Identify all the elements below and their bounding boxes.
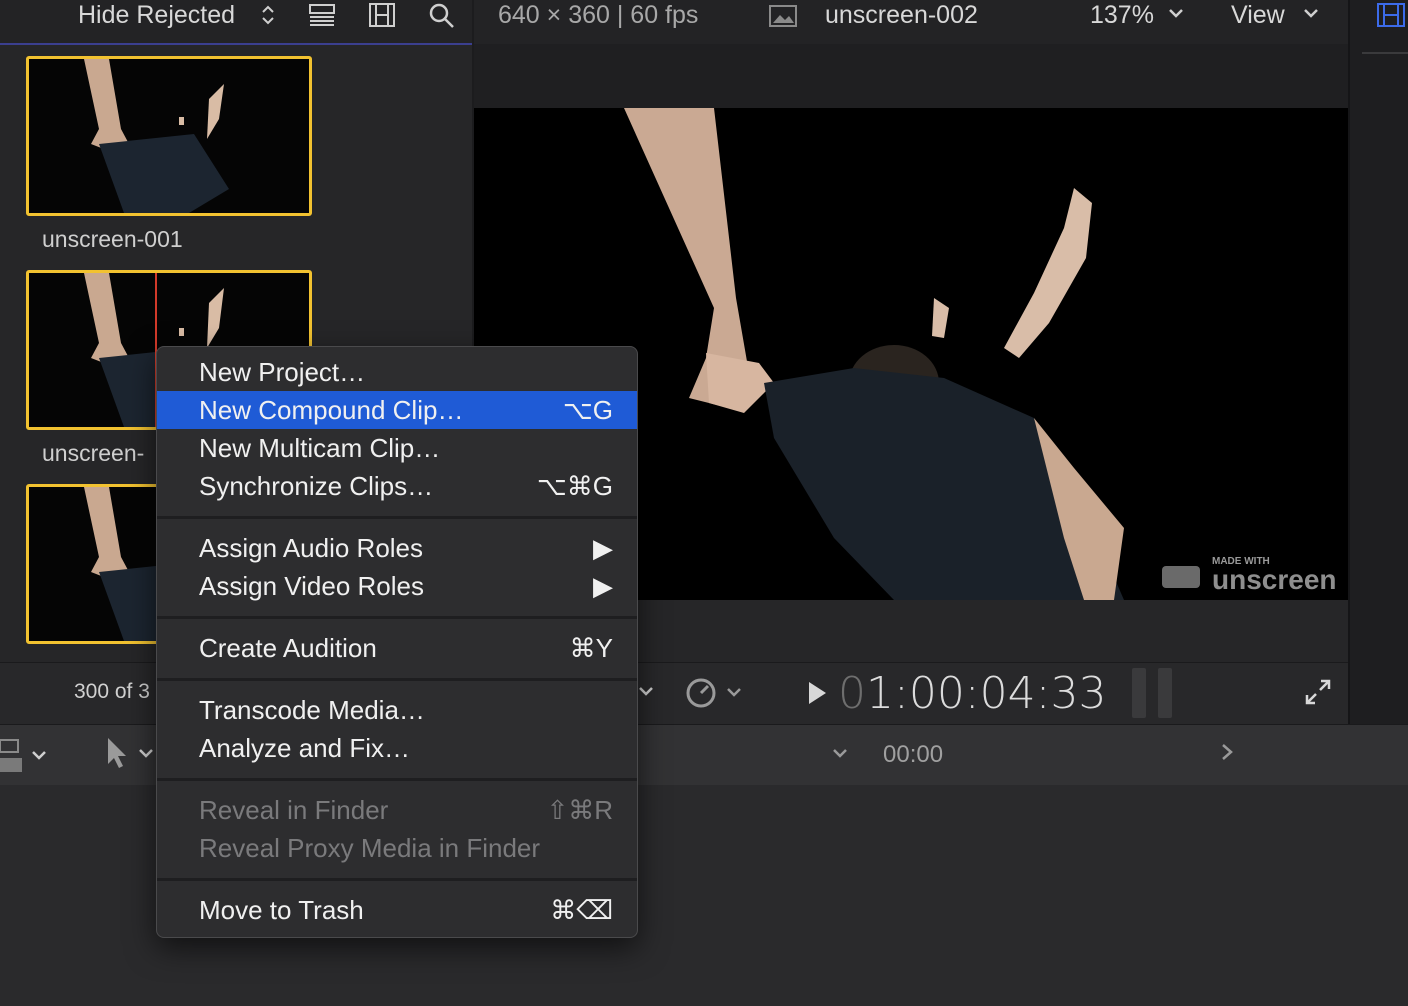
submenu-arrow-icon: ▶: [593, 571, 613, 601]
audio-meter-right: [1158, 668, 1172, 718]
timecode-prefix: 0: [838, 668, 866, 719]
watermark-big: unscreen: [1212, 564, 1337, 595]
menu-item-create-audition[interactable]: Create Audition ⌘Y: [157, 629, 637, 667]
menu-item-label: Reveal Proxy Media in Finder: [199, 833, 541, 863]
search-icon[interactable]: [428, 2, 456, 35]
context-menu: New Project… New Compound Clip… ⌥G New Mu…: [156, 346, 638, 938]
menu-item-shortcut: ⇧⌘R: [546, 795, 613, 825]
clip-appearance-icon[interactable]: [0, 738, 52, 779]
clip-label: unscreen-: [42, 440, 145, 466]
menu-item-label: Analyze and Fix…: [199, 733, 410, 763]
menu-item-label: Transcode Media…: [199, 695, 425, 725]
menu-item-analyze-and-fix[interactable]: Analyze and Fix…: [157, 729, 637, 767]
menu-item-shortcut: ⌥G: [562, 395, 613, 425]
menu-item-label: Assign Video Roles: [199, 571, 424, 601]
menu-item-label: Assign Audio Roles: [199, 533, 424, 563]
viewer-header: [474, 44, 1348, 108]
chevron-down-icon[interactable]: [1168, 6, 1184, 24]
chevron-updown-icon[interactable]: [260, 2, 276, 33]
filmstrip-icon[interactable]: [368, 2, 396, 33]
menu-item-label: New Multicam Clip…: [199, 433, 441, 463]
chevron-right-icon[interactable]: [1220, 742, 1234, 767]
audio-meter-left: [1132, 668, 1146, 718]
play-icon[interactable]: [806, 680, 828, 711]
trash-delete-icon: ⌘⌫: [550, 895, 613, 925]
zoom-value: 137%: [1090, 1, 1154, 29]
viewer-clip-name: unscreen-002: [825, 1, 978, 29]
timecode-display: 01:00:04:33: [838, 668, 1106, 719]
menu-separator: [157, 778, 637, 781]
menu-item-label: Move to Trash: [199, 895, 364, 925]
list-view-icon[interactable]: [308, 2, 336, 33]
chevron-down-icon[interactable]: [1303, 6, 1319, 24]
strip-divider: [1362, 52, 1408, 54]
zoom-menu[interactable]: 137%: [1090, 0, 1154, 30]
speed-icon[interactable]: [684, 676, 744, 715]
menu-item-label: Create Audition: [199, 633, 377, 663]
hide-rejected-filter[interactable]: Hide Rejected: [78, 0, 235, 30]
fullscreen-icon[interactable]: [1302, 676, 1334, 713]
inspector-strip: [1348, 0, 1408, 724]
menu-item-assign-audio-roles[interactable]: Assign Audio Roles ▶: [157, 529, 637, 567]
clip-count: 300 of 3: [74, 680, 150, 703]
menu-item-new-compound-clip[interactable]: New Compound Clip… ⌥G: [157, 391, 637, 429]
menu-item-reveal-proxy-media: Reveal Proxy Media in Finder: [157, 829, 637, 867]
clip-frame-art: [84, 59, 229, 213]
menu-separator: [157, 516, 637, 519]
menu-item-assign-video-roles[interactable]: Assign Video Roles ▶: [157, 567, 637, 605]
menu-separator: [157, 678, 637, 681]
menu-item-move-to-trash[interactable]: Move to Trash ⌘⌫: [157, 891, 637, 929]
view-menu[interactable]: View: [1231, 0, 1285, 30]
clip-thumbnail[interactable]: [26, 56, 312, 216]
unscreen-logo-icon: [1162, 566, 1200, 588]
clip-label: unscreen-001: [42, 226, 183, 252]
menu-item-label: New Project…: [199, 357, 366, 387]
timeline-time: 00:00: [883, 741, 944, 768]
menu-item-reveal-in-finder: Reveal in Finder ⇧⌘R: [157, 791, 637, 829]
menu-item-label: Reveal in Finder: [199, 795, 389, 825]
chevron-down-icon[interactable]: [638, 684, 654, 702]
format-info: 640 × 360 | 60 fps: [498, 1, 699, 29]
menu-item-transcode-media[interactable]: Transcode Media…: [157, 691, 637, 729]
filmstrip-icon[interactable]: [1376, 2, 1406, 33]
menu-item-shortcut: ⌘Y: [569, 633, 613, 663]
menu-item-synchronize-clips[interactable]: Synchronize Clips… ⌥⌘G: [157, 467, 637, 505]
menu-separator: [157, 616, 637, 619]
arrow-tool-icon[interactable]: [104, 736, 158, 777]
menu-separator: [157, 878, 637, 881]
filter-label: Hide Rejected: [78, 1, 236, 29]
menu-item-new-project[interactable]: New Project…: [157, 353, 637, 391]
menu-item-shortcut: ⌥⌘G: [536, 471, 613, 501]
timecode-value: 1:00:04:33: [866, 668, 1107, 719]
menu-item-label: Synchronize Clips…: [199, 471, 434, 501]
menu-item-new-multicam-clip[interactable]: New Multicam Clip…: [157, 429, 637, 467]
chevron-down-icon[interactable]: [832, 746, 848, 764]
view-label: View: [1231, 1, 1285, 29]
submenu-arrow-icon: ▶: [593, 533, 613, 563]
menu-item-label: New Compound Clip…: [199, 395, 464, 425]
image-icon: [768, 4, 798, 33]
